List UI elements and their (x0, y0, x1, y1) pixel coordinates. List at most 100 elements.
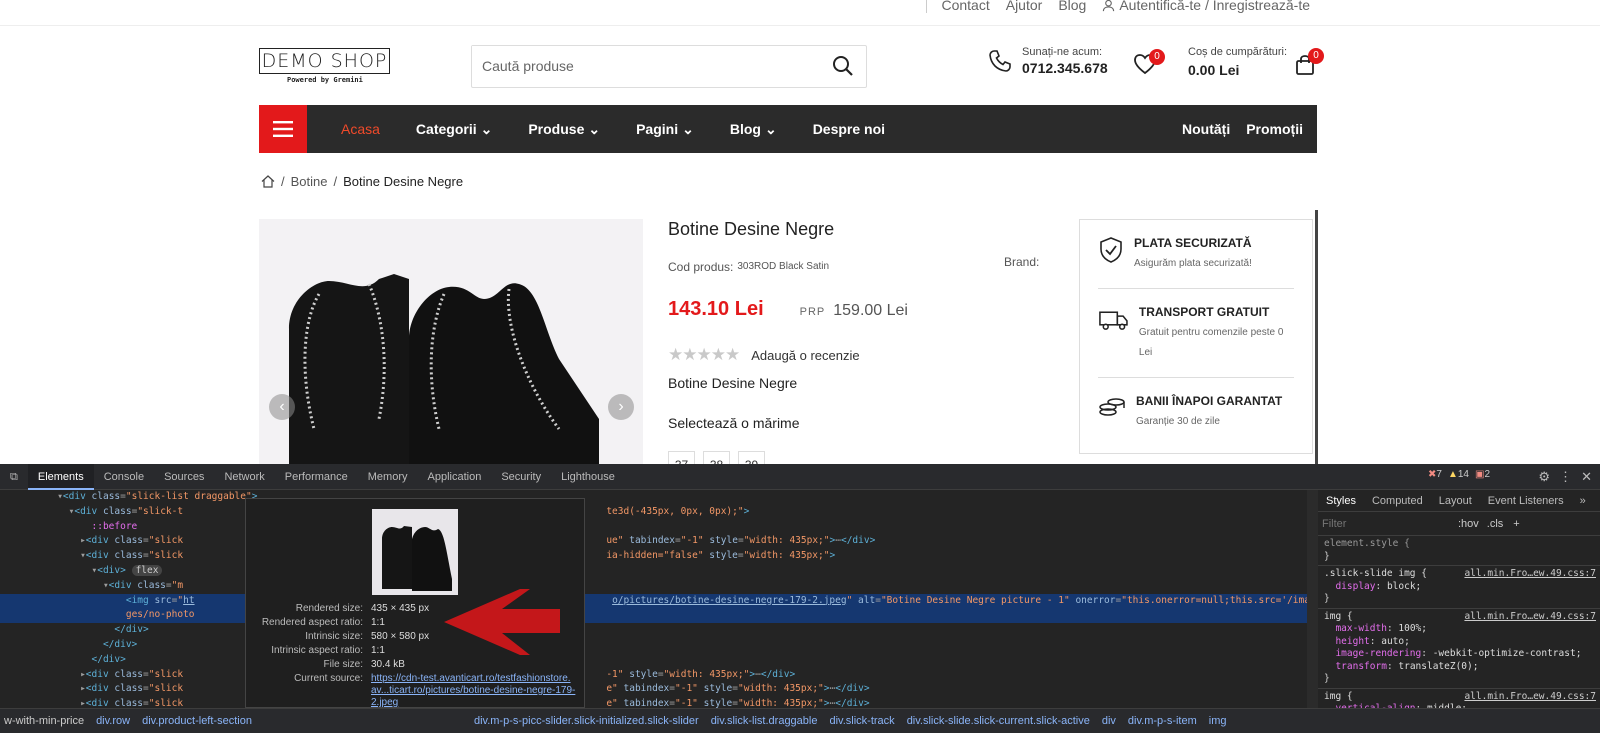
elements-tree[interactable]: ▾<div class="slick-list draggable"> ▾<di… (0, 490, 1307, 708)
old-price: 159.00 Lei (833, 302, 908, 319)
dom-node[interactable]: </div> (0, 653, 1307, 668)
dom-crumb[interactable]: w-with-min-price (4, 715, 84, 727)
selected-dom-node[interactable]: <img src="ht o/pictures/botine-desine-ne… (0, 593, 1307, 609)
nav-label: Produse (528, 121, 585, 137)
tab-sources[interactable]: Sources (154, 464, 214, 490)
tab-styles[interactable]: Styles (1318, 495, 1364, 507)
wishlist-count-badge: 0 (1149, 49, 1165, 65)
product-image-slider[interactable]: ‹ › (259, 219, 643, 464)
gear-icon[interactable]: ⚙ (1538, 469, 1550, 485)
wishlist-button[interactable]: 0 (1133, 49, 1165, 80)
chevron-right-double-icon[interactable]: » (1572, 495, 1594, 507)
menu-button[interactable] (259, 105, 307, 153)
tab-event-listeners[interactable]: Event Listeners (1480, 495, 1572, 507)
nav-item-categorii[interactable]: Categorii ⌄ (416, 121, 492, 138)
tab-security[interactable]: Security (491, 464, 551, 490)
more-icon[interactable]: ⋮ (1559, 469, 1572, 485)
dom-node[interactable]: ▾<div class="slick-t te3d(-435px, 0px, 0… (0, 505, 1307, 520)
dom-node[interactable]: ▾<div> flex (0, 564, 1307, 579)
size-label: Selectează o mărime (668, 415, 800, 431)
search-icon[interactable] (832, 55, 854, 77)
dom-crumb[interactable]: div.slick-track (829, 715, 894, 727)
dom-node[interactable]: ▸<div class="slick -1" style="width: 435… (0, 668, 1307, 683)
styles-pane: Styles Computed Layout Event Listeners »… (1318, 490, 1600, 719)
product-code: Cod produs: 303ROD Black Satin (668, 260, 1048, 274)
dom-node[interactable]: ▸<div class="slick e" tabindex="-1" styl… (0, 697, 1307, 708)
nav-item-produse[interactable]: Produse ⌄ (528, 121, 600, 138)
add-review-link[interactable]: Adaugă o recenzie (751, 348, 859, 363)
tab-computed[interactable]: Computed (1364, 495, 1431, 507)
tab-lighthouse[interactable]: Lighthouse (551, 464, 625, 490)
link-ajutor[interactable]: Ajutor (1006, 0, 1043, 13)
tab-application[interactable]: Application (418, 464, 492, 490)
link-contact[interactable]: Contact (941, 0, 989, 13)
hov-toggle[interactable]: :hov (1458, 518, 1479, 530)
nav-item-pagini[interactable]: Pagini ⌄ (636, 121, 694, 138)
size-option[interactable]: 38 (703, 451, 730, 464)
nav-item-despre[interactable]: Despre noi (813, 121, 885, 138)
elements-scrollbar[interactable] (1307, 490, 1318, 708)
dom-node[interactable]: ▾<div class="slick ia-hidden="false" sty… (0, 549, 1307, 564)
dom-crumb[interactable]: div.slick-slide.slick-current.slick-acti… (907, 715, 1090, 727)
inspect-toggle-icon[interactable]: ⧉ (0, 464, 28, 490)
rule-source-link[interactable]: all.min.Fro…ew.49.css:7 (1464, 568, 1596, 581)
slider-next-button[interactable]: › (608, 394, 634, 420)
issue-counters[interactable]: ✖7 ▲14 ▣2 (1428, 469, 1490, 480)
size-option[interactable]: 39 (738, 451, 765, 464)
tab-performance[interactable]: Performance (275, 464, 358, 490)
phone-number: 0712.345.678 (1022, 60, 1108, 76)
dom-crumb[interactable]: div.m-p-s-item (1128, 715, 1197, 727)
dom-breadcrumb-bar: w-with-min-price div.row div.product-lef… (0, 708, 1600, 733)
prp-label: PRP (799, 306, 826, 318)
dom-node[interactable]: ▾<div class="m (0, 579, 1307, 594)
dom-node[interactable]: </div> (0, 623, 1307, 638)
phone-contact[interactable]: Sunați-ne acum: 0712.345.678 (988, 46, 1108, 76)
dom-node[interactable]: ▸<div class="slick ue" tabindex="-1" sty… (0, 534, 1307, 549)
phone-label: Sunați-ne acum: (1022, 46, 1103, 58)
dom-crumb[interactable]: div.m-p-s-picc-slider.slick-initialized.… (474, 715, 699, 727)
tooltip-source-link[interactable]: https://cdn-test.avanticart.ro/testfashi… (371, 673, 576, 709)
dom-node[interactable]: </div> (0, 638, 1307, 653)
nav-item-blog[interactable]: Blog ⌄ (730, 121, 777, 138)
dom-node[interactable]: ▸<div class="slick e" tabindex="-1" styl… (0, 682, 1307, 697)
page-scrollbar[interactable] (1315, 210, 1318, 464)
style-rule[interactable]: .slick-slide img {all.min.Fro…ew.49.css:… (1318, 566, 1600, 609)
close-icon[interactable]: ✕ (1581, 469, 1592, 485)
home-icon[interactable] (261, 175, 275, 188)
cls-toggle[interactable]: .cls (1487, 518, 1504, 530)
add-rule-icon[interactable]: + (1513, 518, 1519, 530)
dom-crumb[interactable]: div.row (96, 715, 130, 727)
nav-item-promotii[interactable]: Promoții (1246, 121, 1303, 137)
tab-network[interactable]: Network (214, 464, 274, 490)
dom-crumb[interactable]: div (1102, 715, 1116, 727)
dom-node[interactable]: ::before (0, 520, 1307, 535)
slider-prev-button[interactable]: ‹ (269, 394, 295, 420)
dom-crumb[interactable]: div.slick-list.draggable (711, 715, 818, 727)
style-rule[interactable]: element.style {} (1318, 536, 1600, 566)
size-option[interactable]: 37 (668, 451, 695, 464)
auth-link[interactable]: Autentifică-te / Înregistrează-te (1102, 0, 1310, 13)
link-blog[interactable]: Blog (1058, 0, 1086, 13)
tab-layout[interactable]: Layout (1431, 495, 1480, 507)
rule-source-link[interactable]: all.min.Fro…ew.49.css:7 (1464, 611, 1596, 624)
tab-elements[interactable]: Elements (27, 463, 94, 490)
chevron-left-icon: ‹ (279, 398, 285, 415)
cart-button[interactable]: Coș de cumpărături: 0.00 Lei 0 (1188, 46, 1324, 78)
dom-node[interactable]: ▾<div class="slick-list draggable"> (0, 490, 1307, 505)
breadcrumb-parent[interactable]: Botine (291, 174, 328, 189)
tab-memory[interactable]: Memory (358, 464, 418, 490)
nav-item-noutati[interactable]: Noutăți (1182, 121, 1230, 137)
nav-item-acasa[interactable]: Acasa (341, 121, 380, 138)
site-logo[interactable]: DEMO SHOP Powered by Gremini (259, 48, 390, 86)
style-rule[interactable]: img {all.min.Fro…ew.49.css:7 max-width: … (1318, 609, 1600, 689)
tooltip-row: Intrinsic aspect ratio: 1:1 (246, 645, 586, 656)
selected-dom-node-cont[interactable]: ges/no-photo (0, 608, 1307, 624)
styles-filter-input[interactable] (1322, 517, 1452, 530)
search-input[interactable] (472, 46, 802, 86)
dom-crumb[interactable]: img (1209, 715, 1227, 727)
tab-console[interactable]: Console (94, 464, 154, 490)
dom-crumb[interactable]: div.product-left-section (142, 715, 252, 727)
rule-source-link[interactable]: all.min.Fro…ew.49.css:7 (1464, 691, 1596, 704)
warning-count: ▲14 (1448, 469, 1469, 480)
prop-name: display (1335, 580, 1376, 592)
